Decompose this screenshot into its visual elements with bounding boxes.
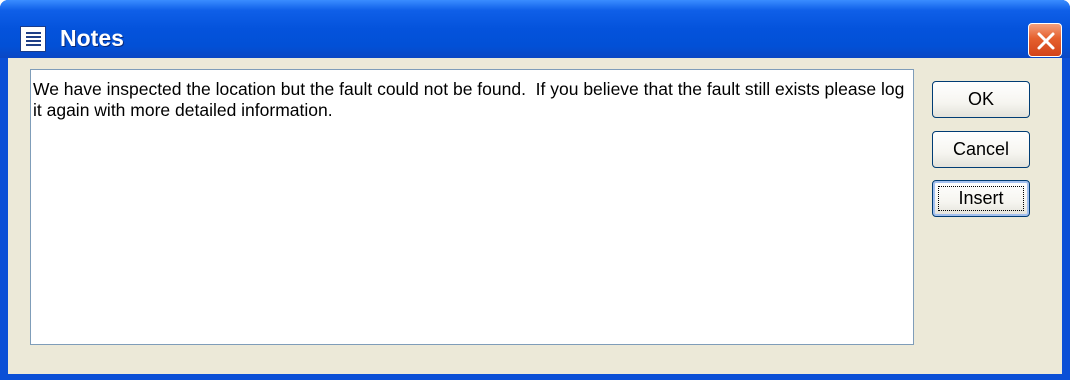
notes-textarea[interactable]: We have inspected the location but the f… [30,69,914,345]
ok-button[interactable]: OK [932,81,1030,118]
notes-window-icon [20,26,46,52]
title-bar[interactable]: Notes [0,0,1070,58]
close-icon [1037,32,1055,50]
cancel-button[interactable]: Cancel [932,131,1030,168]
notes-dialog: Notes We have inspected the location but… [0,0,1070,380]
insert-button-label: Insert [958,188,1004,208]
dialog-body: We have inspected the location but the f… [8,58,1062,374]
insert-button[interactable]: Insert [932,180,1030,217]
close-button[interactable] [1028,23,1062,57]
window-title: Notes [60,25,124,51]
